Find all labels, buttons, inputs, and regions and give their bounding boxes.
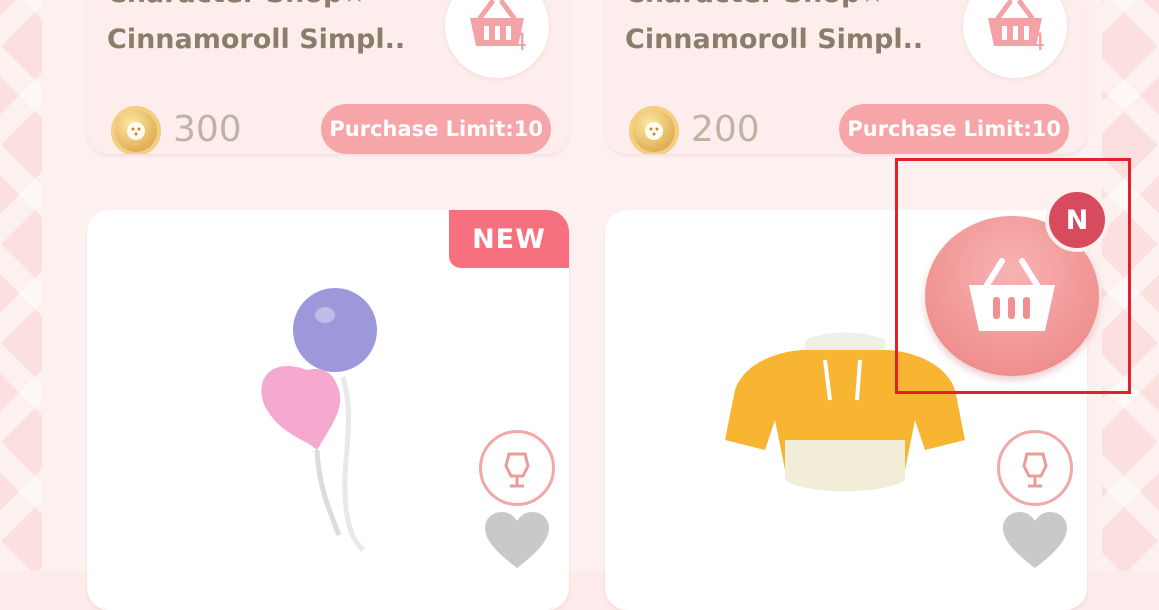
new-tag: NEW xyxy=(449,210,569,268)
balloons-item-image xyxy=(261,288,377,552)
mannequin-icon xyxy=(504,452,530,488)
item-title-line2: Cinnamoroll Simpl.. xyxy=(625,24,924,55)
add-to-cart-button[interactable]: 4 xyxy=(963,0,1067,78)
shop-item-card[interactable]: Character Shop★ Cinnamoroll Simpl.. 4 20… xyxy=(605,0,1087,154)
purchase-limit-badge: Purchase Limit:10 xyxy=(321,104,551,154)
favorite-heart-icon[interactable] xyxy=(1001,510,1069,570)
item-title-line1: Character Shop★ xyxy=(625,0,884,9)
item-title-line1: Character Shop★ xyxy=(107,0,366,9)
coin-icon xyxy=(629,106,679,154)
basket-icon: 4 xyxy=(470,0,527,56)
mannequin-icon xyxy=(1022,452,1048,488)
highlight-box xyxy=(895,158,1131,394)
try-on-button[interactable] xyxy=(997,430,1073,506)
shop-item-card[interactable]: Character Shop★ Cinnamoroll Simpl.. 4 30… xyxy=(87,0,569,154)
favorite-heart-icon[interactable] xyxy=(483,510,551,570)
item-price: 200 xyxy=(691,109,760,150)
coin-icon xyxy=(111,106,161,154)
add-to-cart-button[interactable]: 4 xyxy=(445,0,549,78)
item-title-line2: Cinnamoroll Simpl.. xyxy=(107,24,406,55)
try-on-button[interactable] xyxy=(479,430,555,506)
shop-item-card[interactable]: NEW xyxy=(87,210,569,610)
cart-count: 4 xyxy=(512,28,527,56)
cart-count: 4 xyxy=(1030,28,1045,56)
basket-icon: 4 xyxy=(988,0,1045,56)
purchase-limit-badge: Purchase Limit:10 xyxy=(839,104,1069,154)
item-price: 300 xyxy=(173,109,242,150)
